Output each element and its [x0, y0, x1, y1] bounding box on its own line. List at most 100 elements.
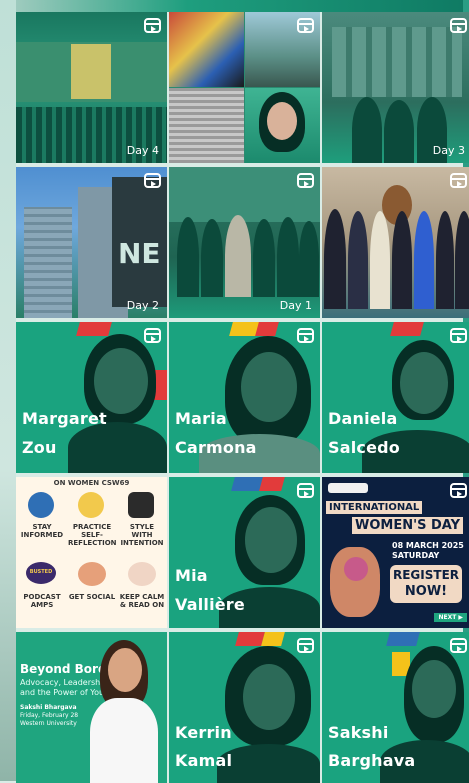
person-figure — [299, 221, 319, 297]
event-subtitle-2: and the Power of Youth — [20, 688, 113, 697]
person-figure — [225, 215, 251, 297]
post-tile-day-2[interactable]: NE Day 2 — [16, 167, 167, 318]
post-tile-day-4[interactable]: Day 4 — [16, 12, 167, 163]
reel-icon — [144, 173, 161, 188]
person-figure — [352, 97, 382, 163]
speaker-name-last: Vallière — [175, 595, 245, 614]
speaker-name-first: Kerrin — [175, 723, 232, 742]
person-figure — [414, 211, 434, 309]
now-label: NOW! — [404, 584, 448, 599]
event-date: Friday, February 28 — [20, 712, 79, 719]
accent-stripe — [235, 632, 265, 646]
register-button[interactable]: REGISTER NOW! — [390, 565, 462, 603]
speaker-name-first: Maria — [175, 409, 227, 428]
speaker-white-top — [90, 698, 158, 783]
speaker-face — [243, 664, 295, 730]
register-label: REGISTER — [392, 568, 460, 582]
speaker-name-last: Salcedo — [328, 438, 400, 457]
post-tile-speaker-daniela-salcedo[interactable]: Daniela Salcedo — [322, 322, 469, 473]
speaker-name-last: Zou — [22, 438, 57, 457]
logo-badge — [328, 483, 368, 493]
accent-stripe — [261, 632, 285, 646]
tip-label: STYLE WITH INTENTION — [120, 523, 164, 547]
post-tile-speaker-mia-valliere[interactable]: Mia Vallière — [169, 477, 320, 628]
flower-icon — [344, 557, 368, 581]
poster-line-1: INTERNATIONAL — [326, 501, 423, 514]
next-button[interactable]: NEXT ▶ — [434, 613, 467, 622]
day-label: Day 2 — [126, 299, 159, 312]
speaker-name-last: Kamal — [175, 751, 233, 770]
day-label: Day 4 — [126, 144, 159, 157]
reel-icon — [144, 328, 161, 343]
speaker-name-first: Margaret — [22, 409, 107, 428]
reel-icon — [297, 173, 314, 188]
post-tile-group-photo[interactable] — [322, 167, 469, 318]
tower-building — [24, 207, 72, 318]
social-icon — [78, 562, 106, 586]
speaker-name-last: Barghava — [328, 751, 416, 770]
tip-label: PODCAST AMPS — [23, 593, 61, 609]
reel-icon — [450, 638, 467, 653]
person-figure — [277, 217, 299, 297]
post-tile-speaker-margaret-zou[interactable]: Margaret Zou — [16, 322, 167, 473]
day-label: Day 1 — [279, 299, 312, 312]
poster-day: SATURDAY — [392, 551, 440, 560]
speaker-face — [108, 648, 142, 692]
post-tile-speaker-maria-carmona[interactable]: Maria Carmona — [169, 322, 320, 473]
post-tile-beyond-borders[interactable]: Beyond Borders: Advocacy, Leadership, an… — [16, 632, 167, 783]
tip-label: PRACTICE SELF-REFLECTION — [68, 523, 117, 547]
reflection-icon — [78, 492, 104, 518]
event-speaker: Sakshi Bhargava — [20, 704, 77, 711]
collage-photo-art — [169, 12, 244, 87]
reel-icon — [450, 483, 467, 498]
post-tile-womens-day-poster[interactable]: INTERNATIONAL WOMEN'S DAY 08 MARCH 2025 … — [322, 477, 469, 628]
tip-label: KEEP CALM & READ ON — [119, 593, 165, 609]
speaker-face — [241, 352, 297, 422]
person-figure — [436, 211, 454, 309]
post-tile-collage[interactable] — [169, 12, 320, 163]
infographic-header: ON WOMEN CSW69 — [53, 479, 130, 487]
speaker-body — [217, 744, 320, 783]
post-grid: Day 4 Day 3 NE Day 2 Day 1 Margaret Zou … — [16, 12, 469, 783]
accent-stripe — [255, 322, 279, 336]
building-facade — [332, 27, 462, 97]
accent-stripe — [386, 632, 420, 646]
speaker-name-first: Sakshi — [328, 723, 389, 742]
reel-icon — [297, 483, 314, 498]
person-figure — [324, 209, 346, 309]
reel-icon — [450, 18, 467, 33]
reel-icon — [297, 328, 314, 343]
post-tile-day-1[interactable]: Day 1 — [169, 167, 320, 318]
person-figure — [384, 100, 414, 163]
busted-label: BUSTED — [29, 569, 53, 575]
person-figure — [370, 211, 390, 309]
collage-photo-selfie — [245, 88, 320, 163]
reel-icon — [450, 328, 467, 343]
reel-icon — [450, 173, 467, 188]
person-figure — [201, 219, 223, 297]
person-figure — [392, 211, 412, 309]
person-figure — [177, 217, 199, 297]
collage-photo-texture — [169, 88, 244, 163]
speaker-name-last: Carmona — [175, 438, 257, 457]
post-tile-speaker-sakshi-barghava[interactable]: Sakshi Barghava — [322, 632, 469, 783]
event-subtitle-1: Advocacy, Leadership, — [20, 678, 111, 687]
tip-label: GET SOCIAL — [68, 593, 116, 601]
graffiti-text: NE — [118, 237, 161, 270]
person-figure — [348, 211, 368, 309]
speaker-face — [245, 507, 297, 573]
day-label: Day 3 — [432, 144, 465, 157]
post-tile-infographic[interactable]: ON WOMEN CSW69 STAY INFORMED PRACTICE SE… — [16, 477, 167, 628]
calm-icon — [128, 562, 156, 586]
post-tile-speaker-kerrin-kamal[interactable]: Kerrin Kamal — [169, 632, 320, 783]
assembly-emblem-panel — [71, 44, 111, 99]
speaker-face — [412, 660, 456, 718]
globe-icon — [28, 492, 54, 518]
accent-stripe — [76, 322, 112, 336]
accent-stripe — [259, 477, 285, 491]
reel-icon — [297, 638, 314, 653]
accent-stripe — [390, 322, 424, 336]
post-tile-day-3[interactable]: Day 3 — [322, 12, 469, 163]
speaker-face — [400, 352, 448, 414]
event-venue: Western University — [20, 720, 77, 727]
